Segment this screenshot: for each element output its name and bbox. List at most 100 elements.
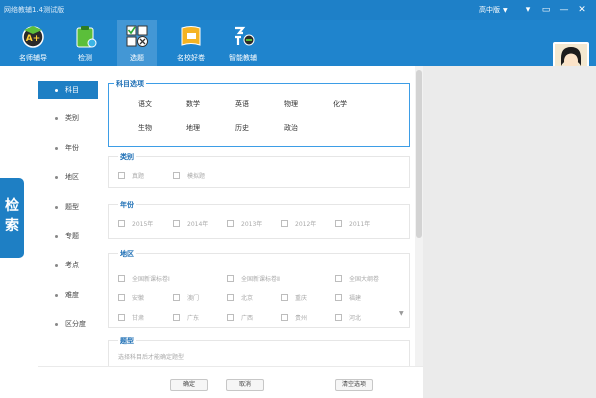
region-option-label: 河北 (349, 315, 362, 322)
region-checkbox[interactable]: 甘肃 (118, 313, 144, 322)
nav-item-discrimination[interactable]: 区分度 (38, 315, 98, 333)
checkbox-icon (173, 314, 180, 321)
nav-item-subject[interactable]: 科目 (38, 81, 98, 99)
main-toolbar: A+ 名师辅导 检测 选题 名校好卷 智能教辅 (0, 20, 596, 80)
region-checkbox[interactable]: 福建 (335, 293, 361, 302)
checkbox-icon (335, 294, 342, 301)
subject-option[interactable]: 物理 (284, 99, 298, 109)
subject-option[interactable]: 英语 (235, 99, 249, 109)
svg-text:A+: A+ (26, 34, 41, 44)
bullet-icon (55, 89, 58, 92)
category-checkbox[interactable]: 模拟题 (173, 171, 205, 180)
checkbox-icon (335, 314, 342, 321)
grade-select[interactable]: 高中版 ▼ (479, 5, 508, 15)
title-bar: 网络教辅1.4测试版 高中版 ▼ ▾ ▭ — ✕ (0, 0, 596, 20)
subject-option[interactable]: 数学 (186, 99, 200, 109)
toolbar-top-school-papers[interactable]: 名校好卷 (168, 20, 214, 66)
category-option-label: 模拟题 (187, 173, 206, 180)
close-icon[interactable]: ✕ (576, 4, 588, 16)
region-expand-icon[interactable]: ▼ (399, 310, 404, 317)
subject-group-title: 科目选项 (114, 79, 146, 89)
category-checkbox[interactable]: 真题 (118, 171, 144, 180)
checkbox-icon (281, 314, 288, 321)
bullet-icon (55, 176, 58, 179)
toolbar-label: 名师辅导 (19, 54, 47, 62)
results-panel (423, 66, 596, 398)
region-option-label: 广东 (187, 315, 200, 322)
region-checkbox[interactable]: 重庆 (281, 293, 307, 302)
clipboard-icon (76, 26, 97, 48)
year-checkbox[interactable]: 2011年 (335, 219, 370, 228)
checkbox-icon (227, 314, 234, 321)
region-checkbox[interactable]: 安徽 (118, 293, 144, 302)
year-option-label: 2014年 (187, 221, 209, 228)
region-checkbox[interactable]: 河北 (335, 313, 361, 322)
menu-dropdown-icon[interactable]: ▾ (522, 4, 534, 16)
subject-option[interactable]: 化学 (333, 99, 347, 109)
year-checkbox[interactable]: 2013年 (227, 219, 262, 228)
subject-option[interactable]: 地理 (186, 123, 200, 133)
subject-option[interactable]: 政治 (284, 123, 298, 133)
nav-item-year[interactable]: 年份 (38, 139, 98, 157)
nav-item-topic[interactable]: 专题 (38, 227, 98, 245)
region-checkbox[interactable]: 全国新课标卷Ⅰ (118, 274, 170, 283)
confirm-button[interactable]: 确定 (170, 379, 208, 391)
clear-options-button[interactable]: 清空选项 (335, 379, 373, 391)
checkbox-icon (173, 294, 180, 301)
toolbar-smart-assist[interactable]: 智能教辅 (220, 20, 266, 66)
region-checkbox[interactable]: 北京 (227, 293, 253, 302)
question-type-group-title: 题型 (118, 336, 136, 346)
filter-nav: 科目 类别 年份 地区 题型 专题 考点 难度 区分度 (38, 66, 98, 366)
form-action-bar: 确定 取消 清空选项 (38, 366, 423, 398)
form-scrollbar-thumb[interactable] (416, 70, 422, 238)
app-title: 网络教辅1.4测试版 (4, 6, 65, 14)
year-checkbox[interactable]: 2014年 (173, 219, 208, 228)
nav-item-label: 年份 (65, 144, 79, 152)
category-option-label: 真题 (132, 173, 145, 180)
year-checkbox[interactable]: 2015年 (118, 219, 153, 228)
toolbar-teacher-guidance[interactable]: A+ 名师辅导 (10, 20, 56, 66)
subject-option[interactable]: 语文 (138, 99, 152, 109)
year-checkbox[interactable]: 2012年 (281, 219, 316, 228)
region-option-label: 福建 (349, 295, 362, 302)
nav-item-exam-point[interactable]: 考点 (38, 256, 98, 274)
bullet-icon (55, 235, 58, 238)
nav-item-label: 类别 (65, 114, 79, 122)
region-checkbox[interactable]: 贵州 (281, 313, 307, 322)
year-option-label: 2011年 (349, 221, 371, 228)
toolbar-test[interactable]: 检测 (65, 20, 105, 66)
nav-item-label: 考点 (65, 261, 79, 269)
checkbox-icon (227, 220, 234, 227)
toolbar-select-questions[interactable]: 选题 (117, 20, 157, 66)
skin-icon[interactable]: ▭ (540, 4, 552, 16)
nav-item-difficulty[interactable]: 难度 (38, 286, 98, 304)
grade-select-value: 高中版 (479, 6, 500, 14)
nav-item-category[interactable]: 类别 (38, 109, 98, 127)
subject-option[interactable]: 生物 (138, 123, 152, 133)
year-option-label: 2013年 (241, 221, 263, 228)
nav-item-label: 区分度 (65, 320, 86, 328)
search-tab[interactable]: 检 索 (0, 178, 24, 258)
left-panel: 检 索 (0, 66, 38, 398)
minimize-icon[interactable]: — (558, 4, 570, 16)
nav-item-question-type[interactable]: 题型 (38, 198, 98, 216)
checkbox-grid-icon (126, 25, 148, 47)
region-checkbox[interactable]: 广东 (173, 313, 199, 322)
nav-item-region[interactable]: 地区 (38, 168, 98, 186)
region-checkbox[interactable]: 澳门 (173, 293, 199, 302)
search-tab-label-2: 索 (5, 218, 19, 234)
cancel-button[interactable]: 取消 (226, 379, 264, 391)
subject-option[interactable]: 历史 (235, 123, 249, 133)
teacher-badge-icon: A+ (22, 26, 44, 48)
region-option-label: 广西 (241, 315, 254, 322)
filter-form: 科目选项 语文 数学 英语 物理 化学 生物 地理 历史 政治 类别 真题 模拟… (98, 66, 418, 366)
region-option-label: 北京 (241, 295, 254, 302)
toolbar-label: 名校好卷 (177, 54, 205, 62)
region-checkbox[interactable]: 全国大纲卷 (335, 274, 379, 283)
toolbar-label: 选题 (130, 54, 144, 62)
region-checkbox[interactable]: 广西 (227, 313, 253, 322)
region-group-title: 地区 (118, 249, 136, 259)
checkbox-icon (173, 172, 180, 179)
region-checkbox[interactable]: 全国新课标卷Ⅱ (227, 274, 280, 283)
search-tab-label-1: 检 (5, 198, 19, 214)
